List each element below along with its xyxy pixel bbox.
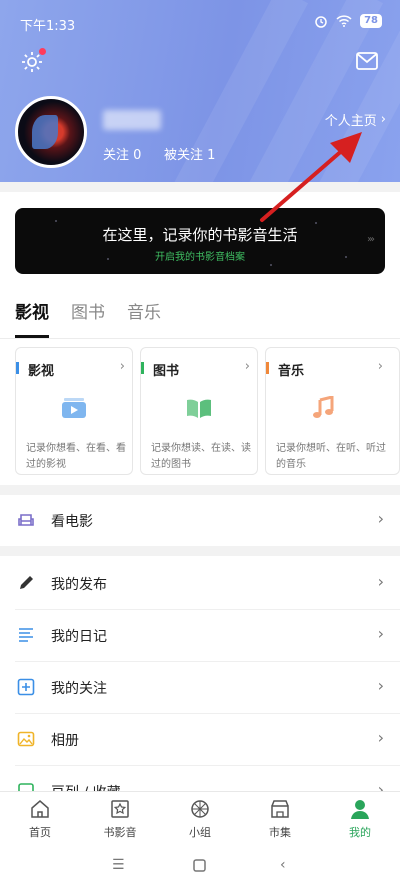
followers-count[interactable]: 被关注 1 bbox=[164, 144, 215, 163]
nav-home[interactable]: 首页 bbox=[0, 792, 80, 843]
bottom-nav: 首页 书影音 小组 市集 我的 bbox=[0, 791, 400, 843]
collection-icon bbox=[18, 783, 34, 791]
notification-dot bbox=[39, 48, 46, 55]
tab-film[interactable]: 影视 bbox=[15, 298, 49, 323]
mail-icon bbox=[356, 52, 378, 70]
menu-label: 我的日记 bbox=[51, 629, 107, 645]
card-desc: 记录你想听、在听、听过的音乐 bbox=[276, 443, 386, 470]
diary-lines-icon bbox=[19, 628, 33, 642]
status-time: 下午1:33 bbox=[20, 19, 76, 34]
nav-label: 小组 bbox=[189, 826, 211, 839]
photo-icon bbox=[17, 731, 35, 747]
film-icon bbox=[62, 398, 86, 418]
card-title: 影视 bbox=[28, 364, 55, 379]
nav-market[interactable]: 市集 bbox=[240, 792, 320, 843]
settings-button[interactable] bbox=[20, 48, 46, 74]
section-divider bbox=[0, 485, 400, 495]
chevron-right-icon: › bbox=[377, 780, 384, 791]
plus-box-icon bbox=[17, 678, 35, 696]
menu-label: 相册 bbox=[51, 733, 79, 749]
home-square-icon[interactable] bbox=[193, 859, 206, 872]
personal-homepage-link[interactable]: 个人主页 › bbox=[325, 110, 386, 129]
nav-label: 市集 bbox=[269, 826, 291, 839]
card-title: 音乐 bbox=[278, 364, 305, 379]
nav-mine[interactable]: 我的 bbox=[320, 792, 400, 843]
media-tabs: 影视 图书 音乐 bbox=[15, 298, 161, 323]
chevron-right-icon: › bbox=[377, 509, 384, 528]
battery-indicator: 78 bbox=[360, 14, 382, 28]
card-desc: 记录你想读、在读、读过的图书 bbox=[151, 443, 251, 470]
menu-icon[interactable]: ☰ bbox=[112, 857, 125, 873]
nav-label: 首页 bbox=[29, 826, 51, 839]
profile-header: 下午1:33 78 关注 0 被关注 1 个人主页 › bbox=[0, 0, 400, 182]
nav-label: 书影音 bbox=[103, 826, 137, 839]
tab-music[interactable]: 音乐 bbox=[127, 298, 161, 323]
media-star-icon bbox=[111, 800, 129, 818]
menu-item-collections[interactable]: 豆列 / 收藏 › bbox=[0, 766, 400, 791]
card-desc: 记录你想看、在看、看过的影视 bbox=[26, 443, 126, 470]
book-icon bbox=[187, 399, 211, 418]
card-title: 图书 bbox=[153, 364, 180, 379]
chevrons-right-icon: ››› bbox=[367, 234, 375, 245]
menu-item-album[interactable]: 相册 › bbox=[0, 714, 400, 766]
system-nav-bar: ☰ ‹ bbox=[0, 843, 400, 888]
avatar[interactable] bbox=[15, 96, 87, 168]
chevron-right-icon: › bbox=[244, 359, 250, 374]
alarm-icon bbox=[315, 16, 327, 28]
menu-label: 看电影 bbox=[51, 514, 93, 530]
menu-item-my-diary[interactable]: 我的日记 › bbox=[0, 610, 400, 662]
cinema-seat-icon bbox=[18, 514, 34, 526]
chevron-right-icon: › bbox=[377, 572, 384, 591]
home-icon bbox=[31, 800, 49, 818]
chevron-right-icon: › bbox=[377, 624, 384, 643]
chevron-right-icon: › bbox=[377, 359, 383, 374]
music-note-icon bbox=[313, 396, 334, 418]
archive-banner[interactable]: 在这里，记录你的书影音生活 开启我的书影音档案 ››› bbox=[15, 208, 385, 274]
back-icon[interactable]: ‹ bbox=[280, 857, 286, 873]
menu-label: 豆列 / 收藏 bbox=[51, 782, 121, 791]
pencil-icon bbox=[20, 576, 33, 589]
user-icon bbox=[351, 800, 369, 819]
section-divider bbox=[0, 546, 400, 556]
menu-item-my-following[interactable]: 我的关注 › bbox=[0, 662, 400, 714]
menu-label: 我的关注 bbox=[51, 681, 107, 697]
nav-label: 我的 bbox=[349, 826, 371, 839]
messages-button[interactable] bbox=[356, 52, 378, 70]
menu-item-my-posts[interactable]: 我的发布 › bbox=[0, 558, 400, 610]
groups-icon bbox=[191, 800, 209, 818]
shop-icon bbox=[271, 800, 289, 818]
banner-title: 在这里，记录你的书影音生活 bbox=[102, 226, 298, 244]
chevron-right-icon: › bbox=[119, 359, 125, 374]
wifi-icon bbox=[336, 15, 352, 27]
nav-book-film-music[interactable]: 书影音 bbox=[80, 792, 160, 843]
chevron-right-icon: › bbox=[380, 112, 386, 127]
card-books[interactable]: 图书 › 记录你想读、在读、读过的图书 bbox=[140, 347, 258, 475]
banner-subtitle: 开启我的书影音档案 bbox=[155, 252, 245, 263]
card-film[interactable]: 影视 › 记录你想看、在看、看过的影视 bbox=[15, 347, 133, 475]
status-icons: 78 bbox=[314, 14, 382, 28]
card-music[interactable]: 音乐 › 记录你想听、在听、听过的音乐 bbox=[265, 347, 400, 475]
menu-label: 我的发布 bbox=[51, 577, 107, 593]
username-blurred bbox=[103, 110, 161, 130]
section-divider bbox=[0, 182, 400, 192]
tab-books[interactable]: 图书 bbox=[71, 298, 105, 323]
chevron-right-icon: › bbox=[377, 728, 384, 747]
homepage-label: 个人主页 bbox=[324, 114, 377, 129]
chevron-right-icon: › bbox=[377, 676, 384, 695]
menu-item-watch-movie[interactable]: 看电影 › bbox=[0, 495, 400, 547]
following-count[interactable]: 关注 0 bbox=[103, 144, 141, 163]
status-bar: 下午1:33 78 bbox=[0, 0, 400, 40]
tabs-divider bbox=[0, 338, 400, 339]
nav-groups[interactable]: 小组 bbox=[160, 792, 240, 843]
